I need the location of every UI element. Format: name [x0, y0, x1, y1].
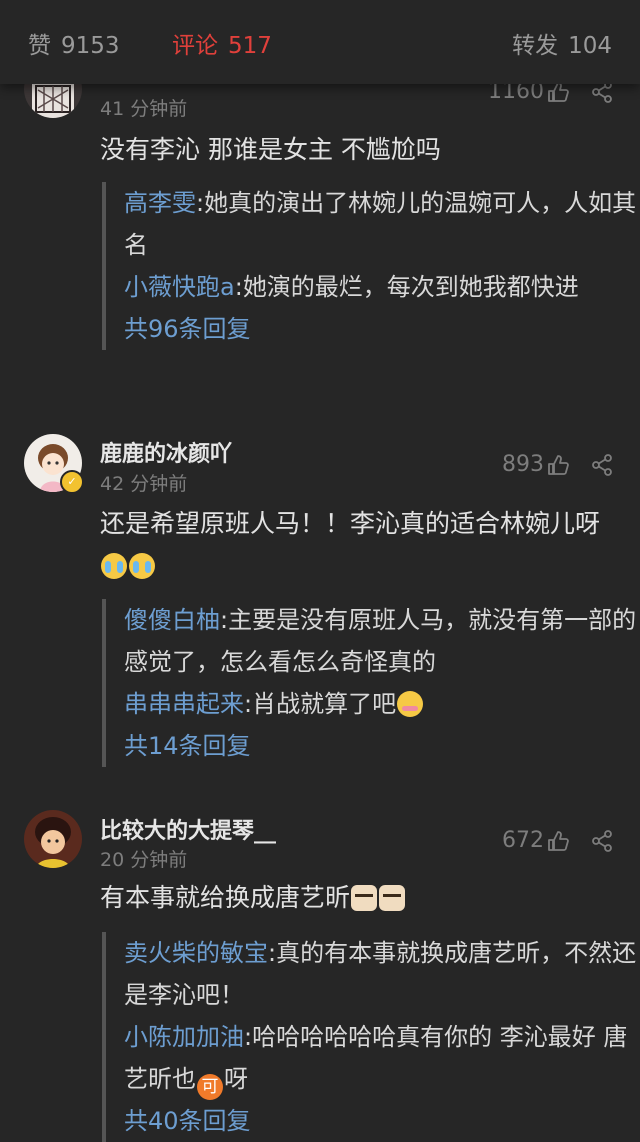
- reply-username[interactable]: 傻傻白柚: [124, 606, 220, 634]
- more-replies-link[interactable]: 共40条回复: [124, 1100, 640, 1142]
- reply-text: 她演的最烂，每次到她我都快进: [242, 273, 579, 301]
- reply-list: 傻傻白柚:主要是没有原班人马，就没有第一部的感觉了，怎么看怎么奇怪真的 串串串起…: [102, 599, 640, 767]
- comment-username[interactable]: 比较大的大提琴__: [100, 813, 276, 845]
- like-count: 893: [502, 452, 544, 477]
- crying-emoji-icon: [101, 553, 127, 579]
- reply-username[interactable]: 串串串起来: [124, 690, 244, 718]
- reply-text-tail: 呀: [224, 1065, 248, 1093]
- comment-text: 有本事就给换成唐艺昕: [100, 877, 620, 919]
- blushing-emoji-icon: [397, 691, 424, 717]
- reply-list: 高李雯:她真的演出了林婉儿的温婉可人，人如其名 小薇快跑a:她演的最烂，每次到她…: [102, 182, 640, 350]
- tab-comments[interactable]: 评论 517: [172, 26, 272, 60]
- comment-time: 20 分钟前: [100, 849, 188, 871]
- tab-reposts[interactable]: 转发 104: [512, 26, 612, 60]
- tab-count: 9153: [61, 33, 120, 59]
- tab-count: 517: [228, 33, 272, 59]
- thumbs-up-icon[interactable]: [546, 829, 570, 853]
- verified-badge-icon: ✓: [60, 470, 84, 494]
- reply-item[interactable]: 卖火柴的敏宝:真的有本事就换成唐艺昕，不然还是李沁吧！: [124, 932, 640, 1016]
- reply-item[interactable]: 小薇快跑a:她演的最烂，每次到她我都快进: [124, 266, 640, 308]
- reply-text: 她真的演出了林婉儿的温婉可人，人如其名: [124, 189, 637, 259]
- tab-count: 104: [568, 33, 612, 59]
- comment-time: 42 分钟前: [100, 473, 188, 495]
- more-replies-link[interactable]: 共96条回复: [124, 308, 640, 350]
- reply-username[interactable]: 卖火柴的敏宝: [124, 939, 268, 967]
- tab-bar: 赞 9153 评论 517 转发 104: [0, 0, 640, 84]
- reply-username[interactable]: 高李雯: [124, 189, 196, 217]
- comment-time: 41 分钟前: [100, 98, 188, 120]
- reply-item[interactable]: 高李雯:她真的演出了林婉儿的温婉可人，人如其名: [124, 182, 640, 266]
- share-icon[interactable]: [590, 829, 614, 853]
- like-count: 672: [502, 828, 544, 853]
- comment-username[interactable]: 鹿鹿的冰颜吖: [100, 436, 232, 468]
- reply-text: 肖战就算了吧: [252, 690, 397, 718]
- more-replies-link[interactable]: 共14条回复: [124, 725, 640, 767]
- reply-item[interactable]: 傻傻白柚:主要是没有原班人马，就没有第一部的感觉了，怎么看怎么奇怪真的: [124, 599, 640, 683]
- ke-emoji-icon: 可: [197, 1074, 223, 1100]
- comment-text-body: 有本事就给换成唐艺昕: [100, 883, 351, 912]
- cat-emoji-icon: [351, 885, 378, 911]
- share-icon[interactable]: [590, 453, 614, 477]
- thumbs-up-icon[interactable]: [546, 453, 570, 477]
- cat-emoji-icon: [379, 885, 406, 911]
- tab-label: 转发: [512, 33, 559, 59]
- comment-text: 还是希望原班人马！！李沁真的适合林婉儿呀: [100, 503, 620, 587]
- reply-username[interactable]: 小薇快跑a: [124, 273, 235, 301]
- reply-username[interactable]: 小陈加加油: [124, 1023, 244, 1051]
- tab-label: 赞: [28, 33, 51, 59]
- tab-likes[interactable]: 赞 9153: [28, 26, 120, 60]
- reply-list: 卖火柴的敏宝:真的有本事就换成唐艺昕，不然还是李沁吧！ 小陈加加油:哈哈哈哈哈哈…: [102, 932, 640, 1142]
- comment-text-body: 还是希望原班人马！！李沁真的适合林婉儿呀: [100, 509, 601, 538]
- comment-text: 没有李沁 那谁是女主 不尴尬吗: [100, 135, 441, 164]
- reply-item[interactable]: 串串串起来:肖战就算了吧: [124, 683, 640, 725]
- reply-item[interactable]: 小陈加加油:哈哈哈哈哈哈真有你的 李沁最好 唐艺昕也可呀: [124, 1016, 640, 1100]
- avatar[interactable]: [24, 810, 82, 868]
- tab-label: 评论: [172, 33, 218, 59]
- crying-emoji-icon: [129, 553, 155, 579]
